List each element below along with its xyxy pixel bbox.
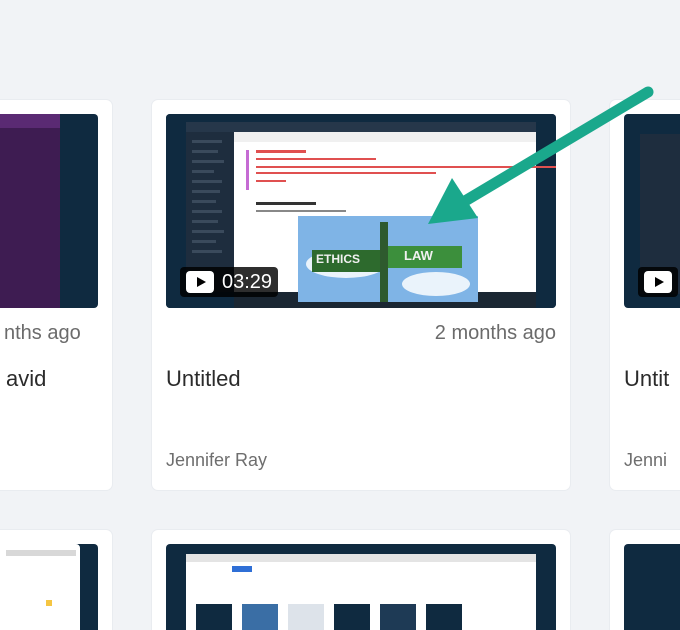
video-author[interactable]: Jenni: [624, 450, 667, 471]
thumbnail-screenshot: [186, 554, 536, 630]
duration-badge: [638, 267, 678, 297]
thumb-sign-right: LAW: [404, 248, 433, 263]
video-card-bottom-center[interactable]: [152, 530, 570, 630]
duration-label: 03:29: [222, 270, 273, 293]
video-thumbnail[interactable]: [166, 544, 556, 630]
thumbnail-marker: [46, 600, 52, 606]
video-thumbnail[interactable]: [624, 114, 680, 308]
play-icon: [644, 271, 672, 293]
thumbnail-purple-screen: [0, 114, 60, 308]
thumbnail-toolbar: [6, 550, 76, 556]
video-thumbnail[interactable]: [0, 544, 98, 630]
video-thumbnail[interactable]: [624, 544, 680, 630]
video-title[interactable]: avid: [6, 366, 46, 392]
play-icon: [186, 271, 214, 293]
video-card-left[interactable]: nths ago avid: [0, 100, 112, 490]
upload-time: 2 months ago: [434, 322, 556, 344]
video-author[interactable]: Jennifer Ray: [166, 450, 267, 471]
video-card-center[interactable]: ETHICS LAW 03:29 2 months ago Untitled J…: [152, 100, 570, 490]
video-card-bottom-left[interactable]: [0, 530, 112, 630]
duration-badge: 03:29: [180, 267, 279, 297]
video-card-bottom-right[interactable]: [610, 530, 680, 630]
video-thumbnail[interactable]: ETHICS LAW 03:29: [166, 114, 556, 308]
thumbnail-top-bar: [0, 114, 60, 128]
video-title[interactable]: Untit: [624, 366, 669, 392]
thumb-sign-left: ETHICS: [316, 252, 361, 266]
video-card-right[interactable]: Untit Jenni: [610, 100, 680, 490]
video-title[interactable]: Untitled: [166, 366, 241, 392]
video-thumbnail[interactable]: [0, 114, 98, 308]
upload-time: nths ago: [4, 322, 81, 344]
